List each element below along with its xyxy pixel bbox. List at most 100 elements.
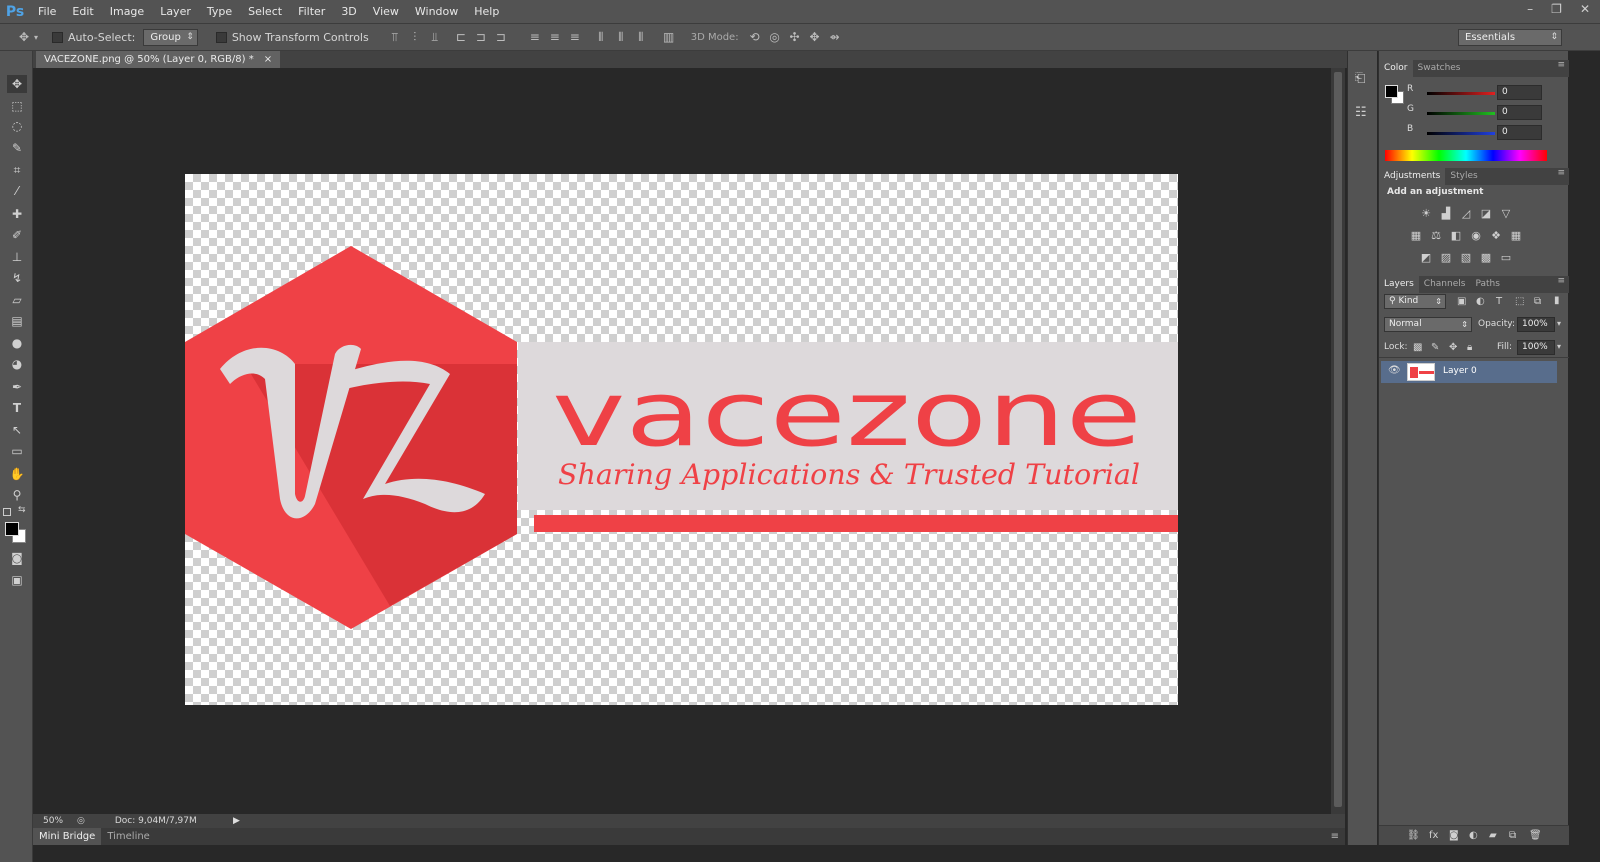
tab-color[interactable]: Color xyxy=(1379,60,1413,77)
channel-mixer-icon[interactable]: ❖ xyxy=(1489,230,1503,242)
filter-shape-icon[interactable]: ⬚ xyxy=(1515,296,1524,308)
red-value[interactable]: 0 xyxy=(1497,85,1542,100)
clone-stamp-tool-icon[interactable]: ⊥ xyxy=(7,248,27,266)
blue-slider[interactable]: B 0 xyxy=(1407,124,1582,142)
align-bottom-icon[interactable]: ⫫ xyxy=(425,30,445,45)
history-panel-icon[interactable]: ⎗ xyxy=(1355,71,1365,86)
menu-type[interactable]: Type xyxy=(199,5,240,18)
tab-channels[interactable]: Channels xyxy=(1419,276,1471,293)
eraser-tool-icon[interactable]: ▱ xyxy=(7,291,27,309)
distribute-top-icon[interactable]: ≡ xyxy=(525,30,545,44)
gradient-map-icon[interactable]: ▭ xyxy=(1499,252,1513,264)
tab-styles[interactable]: Styles xyxy=(1445,168,1482,185)
lasso-tool-icon[interactable]: ◌ xyxy=(7,117,27,135)
bottom-panel-menu-icon[interactable]: ≡ xyxy=(1331,831,1339,842)
align-vcenter-icon[interactable]: ⫶ xyxy=(405,30,425,45)
status-menu-arrow-icon[interactable]: ▶ xyxy=(233,816,240,826)
green-slider[interactable]: G 0 xyxy=(1407,104,1582,122)
pen-tool-icon[interactable]: ✒ xyxy=(7,378,27,396)
layer-style-icon[interactable]: fx xyxy=(1429,830,1438,842)
new-adjustment-layer-icon[interactable]: ◐ xyxy=(1469,830,1478,842)
brightness-contrast-icon[interactable]: ☀ xyxy=(1419,208,1433,220)
invert-icon[interactable]: ◩ xyxy=(1419,252,1433,264)
red-slider[interactable]: R 0 xyxy=(1407,84,1582,102)
scrollbar-thumb[interactable] xyxy=(1334,72,1342,807)
brush-tool-icon[interactable]: ✐ xyxy=(7,226,27,244)
new-layer-icon[interactable]: ⧉ xyxy=(1509,830,1516,842)
selective-color-icon[interactable]: ▩ xyxy=(1479,252,1493,264)
opacity-chevron-icon[interactable]: ▾ xyxy=(1557,319,1561,328)
exposure-icon[interactable]: ◪ xyxy=(1479,208,1493,220)
tab-timeline[interactable]: Timeline xyxy=(101,831,156,842)
type-tool-icon[interactable]: T xyxy=(7,399,27,417)
filter-type-icon[interactable]: T xyxy=(1496,296,1502,308)
align-top-icon[interactable]: ⫪ xyxy=(385,30,405,45)
opacity-value[interactable]: 100% xyxy=(1517,317,1555,332)
blue-value[interactable]: 0 xyxy=(1497,125,1542,140)
menu-view[interactable]: View xyxy=(365,5,407,18)
quick-select-tool-icon[interactable]: ✎ xyxy=(7,139,27,157)
foreground-color-swatch[interactable] xyxy=(5,522,19,536)
distribute-left-icon[interactable]: ⦀ xyxy=(591,30,611,45)
dodge-tool-icon[interactable]: ◕ xyxy=(7,355,27,373)
filter-adjustment-icon[interactable]: ◐ xyxy=(1476,296,1485,308)
marquee-tool-icon[interactable]: ⬚ xyxy=(7,97,27,115)
menu-window[interactable]: Window xyxy=(407,5,466,18)
red-track[interactable] xyxy=(1427,92,1495,95)
layer-row[interactable]: 👁︎ Layer 0 xyxy=(1381,361,1557,383)
3d-scale-icon[interactable]: ⇴ xyxy=(825,30,845,44)
rectangle-tool-icon[interactable]: ▭ xyxy=(7,442,27,460)
menu-help[interactable]: Help xyxy=(466,5,507,18)
align-hcenter-icon[interactable]: ⊐ xyxy=(471,30,491,44)
path-select-tool-icon[interactable]: ↖ xyxy=(7,421,27,439)
eyedropper-tool-icon[interactable]: ⁄ xyxy=(7,182,27,200)
lock-position-icon[interactable]: ✥ xyxy=(1449,342,1457,354)
menu-image[interactable]: Image xyxy=(102,5,152,18)
color-lookup-icon[interactable]: ▦ xyxy=(1509,230,1523,242)
filter-toggle-icon[interactable]: ▮ xyxy=(1554,295,1560,307)
status-info-icon[interactable]: ◎ xyxy=(77,816,85,826)
lock-all-icon[interactable]: 🔒︎ xyxy=(1467,342,1472,354)
layer-name[interactable]: Layer 0 xyxy=(1443,366,1477,376)
filter-smart-object-icon[interactable]: ⧉ xyxy=(1534,296,1541,308)
distribute-hcenter-icon[interactable]: ⦀ xyxy=(611,30,631,45)
menu-filter[interactable]: Filter xyxy=(290,5,333,18)
swap-colors-icon[interactable]: ⇆ xyxy=(18,505,26,515)
add-mask-icon[interactable]: ◙ xyxy=(1449,830,1459,842)
zoom-level[interactable]: 50% xyxy=(43,816,77,826)
layers-panel-menu-icon[interactable]: ≡ xyxy=(1557,276,1565,286)
document-tab-close-icon[interactable]: × xyxy=(264,51,272,68)
blend-mode-dropdown[interactable]: Normal xyxy=(1384,317,1472,332)
gradient-tool-icon[interactable]: ▤ xyxy=(7,312,27,330)
properties-panel-icon[interactable]: ☷ xyxy=(1355,105,1367,120)
lock-pixels-icon[interactable]: ✎ xyxy=(1431,342,1439,354)
menu-select[interactable]: Select xyxy=(240,5,290,18)
blur-tool-icon[interactable]: ● xyxy=(7,334,27,352)
tab-adjustments[interactable]: Adjustments xyxy=(1379,168,1446,185)
3d-slide-icon[interactable]: ✥ xyxy=(805,30,825,44)
close-button[interactable]: ✕ xyxy=(1580,2,1590,16)
show-transform-checkbox[interactable] xyxy=(215,31,227,43)
auto-align-icon[interactable]: ▥ xyxy=(659,30,679,44)
minimize-button[interactable]: – xyxy=(1527,2,1533,16)
fill-value[interactable]: 100% xyxy=(1517,340,1555,355)
align-left-icon[interactable]: ⊏ xyxy=(451,30,471,44)
screen-mode-icon[interactable]: ▣ xyxy=(7,571,27,589)
blue-track[interactable] xyxy=(1427,132,1495,135)
menu-layer[interactable]: Layer xyxy=(152,5,199,18)
posterize-icon[interactable]: ▨ xyxy=(1439,252,1453,264)
color-fg-swatch[interactable] xyxy=(1385,85,1398,98)
tab-paths[interactable]: Paths xyxy=(1470,276,1504,293)
restore-button[interactable]: ❐ xyxy=(1551,2,1562,16)
layer-filter-dropdown[interactable]: ⚲ Kind xyxy=(1384,294,1446,309)
threshold-icon[interactable]: ▧ xyxy=(1459,252,1473,264)
auto-select-checkbox[interactable] xyxy=(52,31,64,43)
hand-tool-icon[interactable]: ✋ xyxy=(7,465,27,483)
green-value[interactable]: 0 xyxy=(1497,105,1542,120)
green-track[interactable] xyxy=(1427,112,1495,115)
menu-3d[interactable]: 3D xyxy=(333,5,364,18)
color-panel-menu-icon[interactable]: ≡ xyxy=(1557,60,1565,70)
workspace-dropdown[interactable]: Essentials xyxy=(1458,28,1562,46)
layer-thumbnail[interactable] xyxy=(1407,363,1435,381)
lock-transparent-icon[interactable]: ▩ xyxy=(1413,342,1422,354)
